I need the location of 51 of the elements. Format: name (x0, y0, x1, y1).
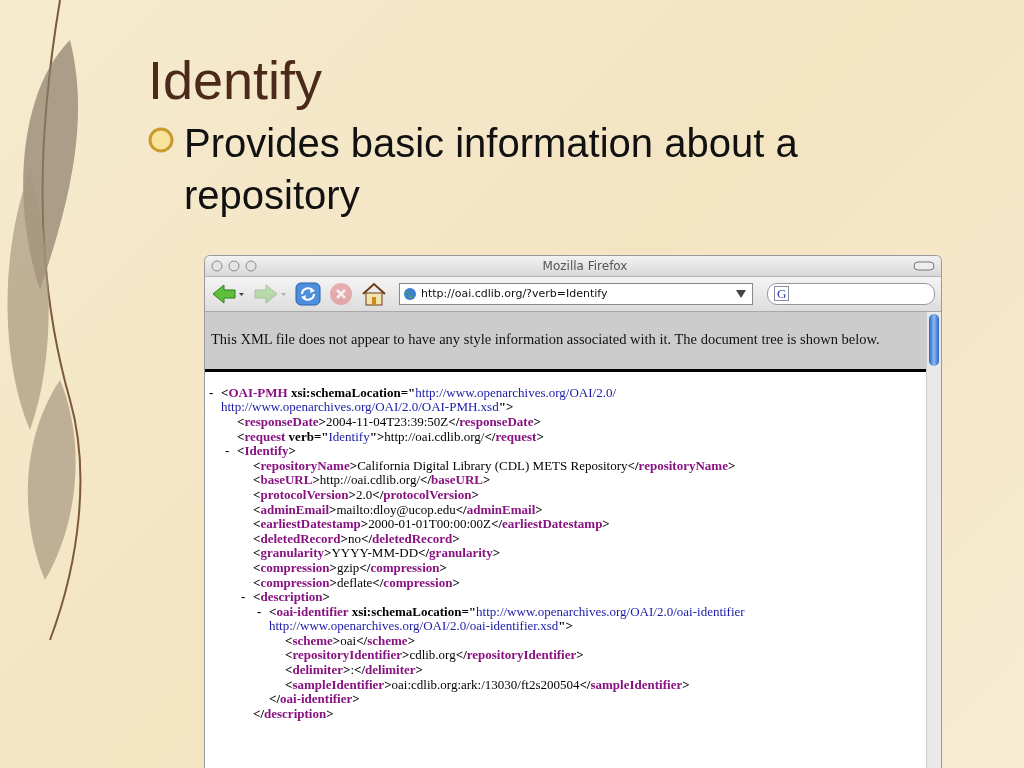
xml-line: <compression>gzip</compression> (253, 560, 447, 576)
forward-arrow-icon (253, 282, 287, 305)
slide-title: Identify (148, 49, 324, 112)
search-field[interactable]: G (767, 282, 935, 305)
xml-line: <adminEmail>mailto:dloy@ucop.edu</adminEmail> (253, 502, 544, 518)
scrollbar-thumb[interactable] (929, 313, 939, 366)
xml-line: <earliestDatestamp>2000-01-01T00:00:00Z</earliestDatestamp> (253, 517, 611, 532)
collapse-toggle[interactable]: - (241, 590, 253, 722)
back-button[interactable] (211, 282, 245, 305)
window-control-icon[interactable] (228, 259, 240, 272)
xml-line: <delimiter>:</delimiter> (285, 663, 424, 678)
window-control-icon[interactable] (211, 259, 223, 272)
scrollbar[interactable] (926, 311, 941, 768)
xml-line: http://www.openarchives.org/OAI/2.0/OAI-PMH.xsd"> (221, 400, 514, 415)
xml-line: <oai-identifier xsi:schemaLocation="http://www.openarchives.org/OAI/2.0/oai-identifier (269, 604, 746, 620)
xml-line: http://www.openarchives.org/OAI/2.0/oai-identifier.xsd"> (269, 619, 573, 634)
xml-line: <repositoryIdentifier>cdlib.org</repositoryIdentifier> (285, 648, 585, 664)
xml-line: <responseDate>2004-11-04T23:39:50Z</responseDate> (237, 415, 542, 430)
xml-line: <repositoryName>California Digital Library (CDL) METS Repository</repositoryName> (253, 458, 737, 474)
xml-line: <sampleIdentifier>oai:cdlib.org:ark:/13030/ft2s200504</sampleIdentifier> (285, 677, 691, 693)
xml-line: <Identify> (237, 444, 297, 459)
xml-line: <description> (253, 590, 330, 605)
dropdown-caret-icon[interactable] (736, 289, 746, 298)
bullet-circle-icon (148, 126, 174, 153)
xml-line: </description> (253, 706, 335, 722)
window-title: Mozilla Firefox (541, 258, 629, 273)
xml-line: <compression>deflate</compression> (253, 575, 461, 591)
collapse-toggle[interactable]: - (257, 604, 269, 707)
back-arrow-icon (211, 282, 245, 305)
address-field[interactable]: http://oai.cdlib.org/?verb=Identify (399, 282, 753, 305)
xml-line: </oai-identifier> (269, 692, 360, 707)
xml-line: <protocolVersion>2.0</protocolVersion> (253, 487, 480, 503)
bullet-text: Provides basic information about a repository (184, 119, 799, 219)
xml-line: <baseURL>http://oai.cdlib.org/</baseURL> (253, 473, 492, 488)
xml-line: <OAI-PMH xsi:schemaLocation="http://www.openarchives.org/OAI/2.0/ (221, 385, 618, 401)
xml-line: <request verb="Identify">http://oai.cdlib.org/</request> (237, 429, 545, 445)
xml-line: <scheme>oai</scheme> (285, 633, 416, 649)
home-button[interactable] (361, 281, 387, 306)
reload-icon (295, 281, 321, 306)
search-engine-logo[interactable]: G (774, 286, 790, 302)
xml-line: <deletedRecord>no</deletedRecord> (253, 531, 461, 547)
home-icon (361, 281, 387, 306)
window-control-icon[interactable] (245, 259, 257, 272)
collapse-toggle[interactable]: - (225, 444, 237, 722)
toolbar-toggle-icon[interactable] (913, 260, 935, 271)
globe-icon (403, 286, 417, 301)
reload-button[interactable] (295, 281, 321, 306)
stop-icon (329, 281, 353, 306)
style-info-message: This XML file does not appear to have any style information associated with it. The document tree is shown below. (205, 311, 926, 372)
collapse-toggle[interactable]: - (209, 385, 221, 722)
xml-line: <granularity>YYYY-MM-DD</granularity> (253, 546, 502, 561)
